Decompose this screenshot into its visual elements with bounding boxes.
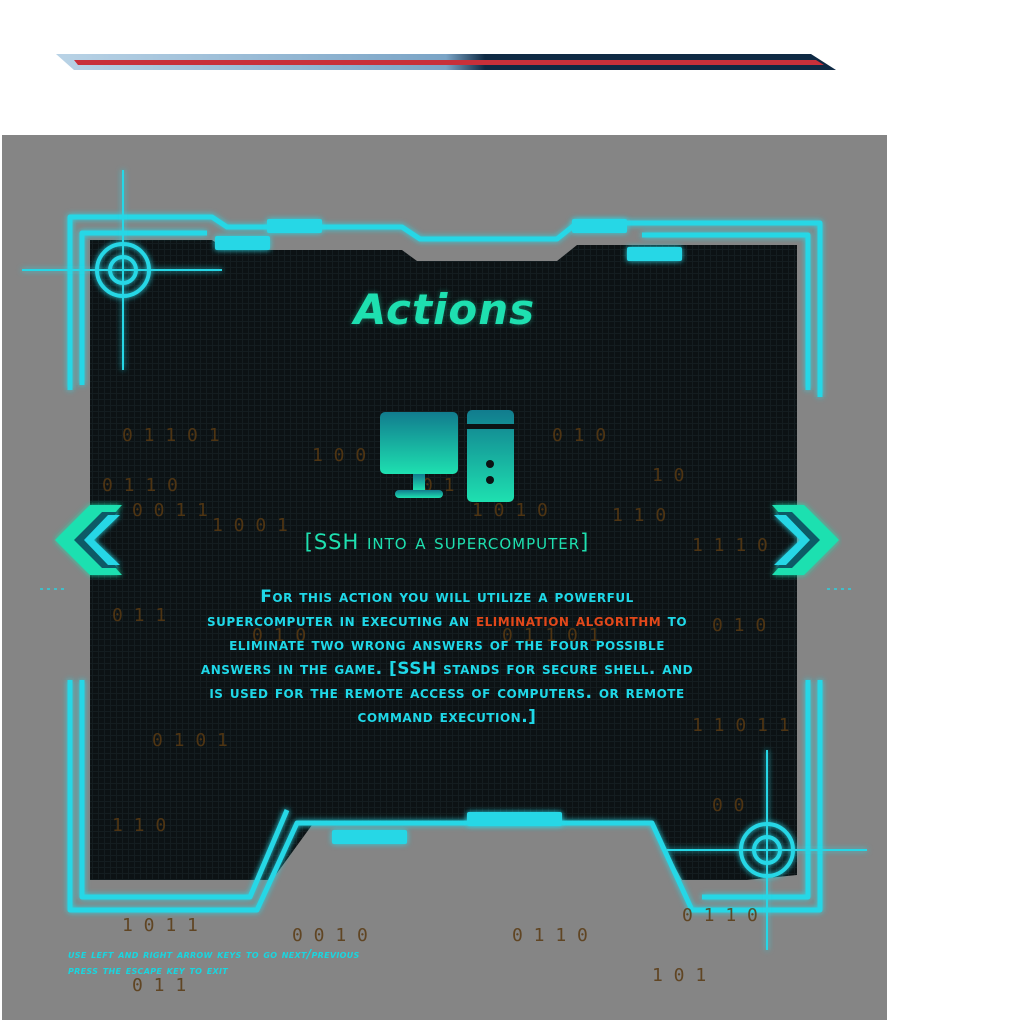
action-name: [SSH into a supercomputer] — [304, 530, 590, 554]
top-banner — [56, 54, 836, 70]
page-title: Actions — [353, 285, 536, 334]
previous-button[interactable] — [52, 500, 132, 580]
exit-hint: press the escape key to exit — [68, 963, 229, 977]
chevron-double-right-icon — [772, 505, 839, 575]
navigation-hint: use left and right arrow keys to go next… — [68, 947, 360, 961]
highlight-term: elimination algorithm — [475, 611, 662, 631]
chevron-double-left-icon — [55, 505, 122, 575]
action-description: For this action you will utilize a power… — [197, 585, 697, 729]
desktop-computer-icon — [380, 410, 514, 502]
actions-screen: 0 1 1 0 1 0 1 1 0 1 0 0 1 1 0 0 0 1 0 1 … — [2, 135, 887, 1020]
next-button[interactable] — [762, 500, 842, 580]
